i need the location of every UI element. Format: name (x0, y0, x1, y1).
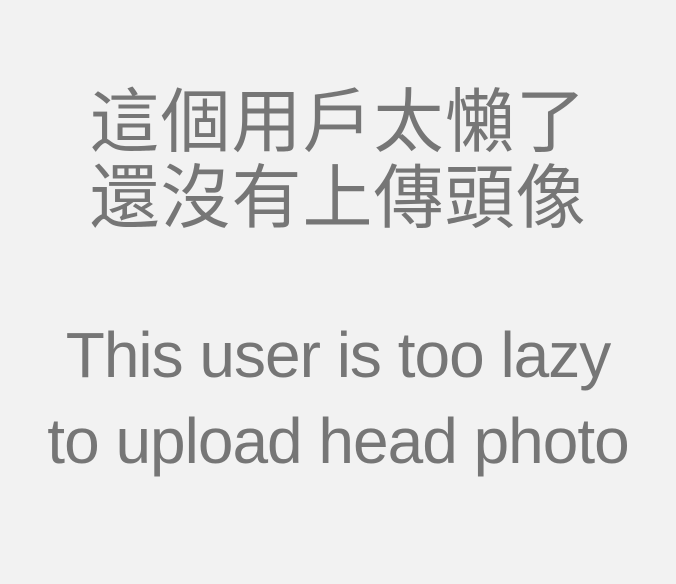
english-line-2: to upload head photo (47, 405, 629, 477)
chinese-line-2: 還沒有上傳頭像 (89, 157, 587, 239)
english-placeholder-text: This user is too lazy to upload head pho… (0, 312, 676, 484)
default-avatar-placeholder: 這個用戶太懶了 還沒有上傳頭像 This user is too lazy to… (0, 0, 676, 584)
english-line-1: This user is too lazy (65, 319, 612, 391)
chinese-placeholder-text: 這個用戶太懶了 還沒有上傳頭像 (0, 84, 676, 236)
chinese-line-1: 這個用戶太懶了 (89, 81, 587, 163)
